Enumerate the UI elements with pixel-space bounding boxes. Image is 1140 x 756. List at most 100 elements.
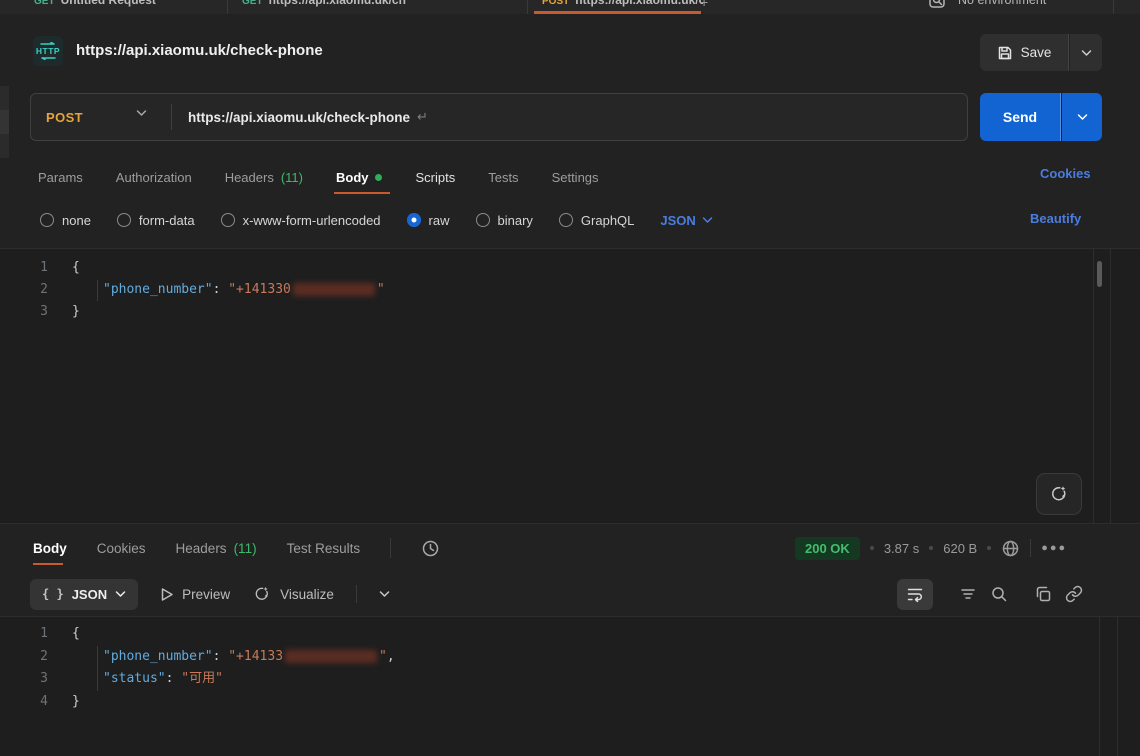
method-get-label: GET — [34, 0, 55, 7]
response-toolbar: { } JSON Preview Visualize — [30, 577, 390, 611]
request-tab-active[interactable]: POSThttps://api.xiaomu.uk/c — [528, 0, 703, 14]
send-button[interactable]: Send — [980, 93, 1061, 141]
tab-params[interactable]: Params — [38, 158, 83, 196]
method-get-label: GET — [242, 0, 263, 7]
radio-label: x-www-form-urlencoded — [243, 213, 381, 228]
raw-format-label: JSON — [660, 213, 695, 228]
response-history-button[interactable] — [421, 539, 440, 558]
tab-settings[interactable]: Settings — [552, 158, 599, 196]
line-number: 3 — [0, 668, 48, 691]
method-post-label: POST — [542, 0, 569, 7]
visualize-button[interactable]: Visualize — [252, 584, 334, 604]
code-line: 4 } — [0, 691, 1140, 714]
tab-label: Body — [33, 541, 67, 556]
url-bar-divider — [171, 104, 172, 130]
tab-label: https://api.xiaomu.uk/ch — [269, 0, 406, 7]
separator-dot — [870, 546, 874, 550]
save-options-button[interactable] — [1070, 34, 1102, 71]
request-tabs: Params Authorization Headers(11) Body Sc… — [38, 158, 599, 196]
editor-gutter-line — [1110, 249, 1111, 523]
url-input[interactable]: https://api.xiaomu.uk/check-phone ↵ — [188, 94, 428, 140]
code-line: 3 "status": "可用" — [0, 668, 1140, 691]
copy-icon[interactable] — [1034, 585, 1052, 603]
raw-format-dropdown[interactable]: JSON — [660, 213, 712, 228]
request-tab-get-url[interactable]: GET https://api.xiaomu.uk/ch — [228, 0, 528, 14]
divider — [390, 538, 391, 558]
save-icon — [997, 45, 1013, 61]
tab-authorization[interactable]: Authorization — [116, 158, 192, 196]
response-tool-icons — [897, 577, 1083, 611]
request-tab-untitled[interactable]: GET Untitled Request — [20, 0, 228, 14]
editor-gutter-line — [1093, 249, 1094, 523]
globe-icon — [1001, 539, 1020, 558]
headers-count: (11) — [281, 170, 303, 185]
code-line: 2 "phone_number": "+141330" — [0, 279, 1140, 301]
filter-icon[interactable] — [959, 585, 977, 603]
radio-none[interactable]: none — [40, 213, 91, 228]
radio-graphql[interactable]: GraphQL — [559, 213, 634, 228]
code-line: 3 } — [0, 301, 1140, 323]
tab-label: Test Results — [287, 541, 361, 556]
tab-label: Untitled Request — [61, 0, 156, 7]
link-icon[interactable] — [1065, 585, 1083, 603]
code-line: 1 { — [0, 623, 1140, 646]
postbot-sparkle-icon — [1048, 483, 1070, 505]
preview-button[interactable]: Preview — [160, 587, 230, 602]
radio-label: binary — [498, 213, 533, 228]
visualize-options-chevron-icon[interactable] — [379, 590, 390, 598]
response-tab-body[interactable]: Body — [33, 528, 67, 568]
body-modified-dot — [375, 174, 382, 181]
new-tab-button[interactable]: + — [700, 0, 708, 10]
response-body-editor[interactable]: 1 { 2 "phone_number": "+14133", 3 "statu… — [0, 616, 1140, 756]
json-value: " — [377, 282, 385, 297]
request-body-editor[interactable]: 1 { 2 "phone_number": "+141330" 3 } — [0, 248, 1140, 524]
editor-scrollbar[interactable] — [1097, 261, 1102, 287]
response-tab-headers[interactable]: Headers(11) — [176, 528, 257, 568]
headers-count: (11) — [234, 541, 257, 556]
code-token: { — [72, 626, 80, 641]
search-icon[interactable] — [990, 585, 1008, 603]
redacted-phone-digits — [285, 650, 377, 663]
tab-scripts[interactable]: Scripts — [415, 158, 455, 196]
send-button-label: Send — [1003, 109, 1037, 125]
chevron-down-icon — [115, 590, 126, 598]
status-badge: 200 OK — [795, 537, 860, 560]
tab-headers[interactable]: Headers(11) — [225, 158, 303, 196]
method-selector[interactable]: POST — [46, 94, 83, 140]
json-key: "phone_number" — [103, 649, 213, 664]
redacted-phone-digits — [293, 283, 375, 296]
method-selector-chevron[interactable] — [136, 109, 147, 117]
line-number: 4 — [0, 691, 48, 714]
visualize-sparkle-icon — [252, 584, 272, 604]
divider — [1030, 539, 1031, 557]
app-window: GET Untitled Request GET https://api.xiaom… — [0, 0, 1140, 756]
radio-label: raw — [429, 213, 450, 228]
radio-urlencoded[interactable]: x-www-form-urlencoded — [221, 213, 381, 228]
json-value: "+141330 — [228, 282, 291, 297]
save-button[interactable]: Save — [980, 34, 1069, 71]
tab-label: Settings — [552, 170, 599, 185]
response-tab-cookies[interactable]: Cookies — [97, 528, 146, 568]
radio-raw[interactable]: raw — [407, 213, 450, 228]
indent-guide — [97, 280, 98, 301]
wrap-text-button[interactable] — [897, 579, 933, 610]
postbot-button[interactable] — [1036, 473, 1082, 515]
network-info-button[interactable] — [1001, 539, 1020, 558]
radio-binary[interactable]: binary — [476, 213, 533, 228]
radio-circle — [476, 213, 490, 227]
response-format-dropdown[interactable]: { } JSON — [30, 579, 138, 610]
beautify-link[interactable]: Beautify — [1030, 211, 1081, 226]
line-number: 1 — [0, 257, 48, 279]
code-token: : — [213, 649, 229, 664]
visualize-label: Visualize — [280, 587, 334, 602]
radio-circle-selected — [407, 213, 421, 227]
cookies-link[interactable]: Cookies — [1040, 166, 1091, 181]
radio-form-data[interactable]: form-data — [117, 213, 195, 228]
history-clock-icon — [421, 539, 440, 558]
code-line: 2 "phone_number": "+14133", — [0, 646, 1140, 669]
tab-body[interactable]: Body — [336, 158, 383, 196]
tab-tests[interactable]: Tests — [488, 158, 518, 196]
more-options-icon[interactable]: ●●● — [1041, 542, 1067, 554]
response-tab-test-results[interactable]: Test Results — [287, 528, 361, 568]
send-options-button[interactable] — [1062, 93, 1102, 141]
